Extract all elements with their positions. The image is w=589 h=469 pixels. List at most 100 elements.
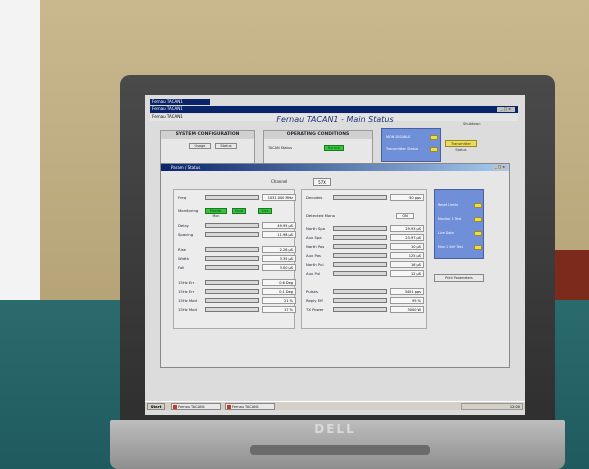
monitor-1-test-indicator[interactable] xyxy=(474,217,482,222)
param-row-north-spa: North Spa 29.93 µS xyxy=(306,225,424,232)
reset-limits-indicator[interactable] xyxy=(474,203,482,208)
detected-mono-value: ON xyxy=(396,213,414,219)
param-label: Freq xyxy=(178,195,187,200)
live-data-control[interactable]: Live Data xyxy=(438,230,482,237)
mon-1-self-test-control[interactable]: Mon 1 Self Test xyxy=(438,244,482,251)
taskbar: Start Fernau TACAN1 Fernau TACAN1 12:00 xyxy=(145,401,525,410)
monitor-actions-panel: Reset Limits Monitor 1 Test Live Data Mo… xyxy=(434,189,484,259)
param-status-window: Param / Status _ □ × Channel 57X Freq 10… xyxy=(160,163,510,368)
outer-window-title[interactable]: Fernau TACAN1 xyxy=(150,99,210,105)
app-titlebar[interactable]: Fernau TACAN1 xyxy=(150,106,518,113)
param-row-width: Width 3.35 µS xyxy=(178,255,296,262)
receiver-parameters-group: Decodes 50 pps Detected Mono ON North Sp… xyxy=(301,189,427,329)
mon-1-self-test-indicator[interactable] xyxy=(474,245,482,250)
param-bar xyxy=(205,195,259,200)
transmitter-status-indicator[interactable] xyxy=(430,147,438,152)
param-window-titlebar[interactable]: Param / Status xyxy=(161,164,509,171)
status-button[interactable]: Status xyxy=(215,143,237,149)
param-row-15hz-mod-2: 15Hz Mod 17 % xyxy=(178,306,296,313)
param-row-15hz-err-2: 15Hz Err 0.1 Deg xyxy=(178,288,296,295)
param-value: 21 % xyxy=(262,297,296,304)
monitor-control-panel: MON DISABLE Transmitter Status xyxy=(381,128,441,162)
channel-label: Channel xyxy=(271,179,288,184)
taskbar-item-label: Fernau TACAN1 xyxy=(178,405,205,409)
dell-logo: DELL xyxy=(314,422,356,436)
mon-disable-label: MON DISABLE xyxy=(386,135,411,139)
detected-mono-label: Detected Mono xyxy=(306,213,335,218)
param-window-controls[interactable]: _ □ × xyxy=(493,165,507,170)
param-label: Fall xyxy=(178,265,185,270)
app-icon xyxy=(173,405,177,409)
param-value: 0.1 Deg xyxy=(262,288,296,295)
reset-limits-control[interactable]: Reset Limits xyxy=(438,202,482,209)
param-row-15hz-err: 15Hz Err 0.6 Deg xyxy=(178,279,296,286)
system-configuration-title: SYSTEM CONFIGURATION xyxy=(161,131,254,139)
param-value: 1031.000 MHz xyxy=(262,194,296,201)
param-bar xyxy=(333,235,387,240)
shutdown-menu[interactable]: Shutdown xyxy=(463,122,503,127)
start-button[interactable]: Start xyxy=(147,403,165,410)
param-value: 29.93 µS xyxy=(390,225,424,232)
param-label: TX Power xyxy=(306,307,324,312)
laptop-screen: Fernau TACAN1 Fernau TACAN1 _ □ × Fernau… xyxy=(145,95,525,415)
print-parameters-button[interactable]: Print Parameters xyxy=(434,274,484,282)
param-bar xyxy=(333,307,387,312)
param-label: 15Hz Err xyxy=(178,280,195,285)
monitor-1-test-control[interactable]: Monitor 1 Test xyxy=(438,216,482,223)
transmitter-status-control[interactable]: Transmitter Status xyxy=(386,147,438,153)
fault-chip[interactable]: Fault xyxy=(232,208,246,214)
param-label: Aux Spa xyxy=(306,235,322,240)
param-bar xyxy=(205,265,259,270)
taskbar-item[interactable]: Fernau TACAN1 xyxy=(171,403,221,410)
param-row-spacing: Spacing 11.98 µS xyxy=(178,231,296,238)
param-bar xyxy=(333,244,387,249)
param-row-reply-eff: Reply Eff 95 % xyxy=(306,297,424,304)
param-bar xyxy=(333,298,387,303)
param-row-decodes: Decodes 50 pps xyxy=(306,194,424,201)
param-bar xyxy=(205,280,259,285)
live-data-indicator[interactable] xyxy=(474,231,482,236)
param-label: North Spa xyxy=(306,226,325,231)
param-value: 17 % xyxy=(262,306,296,313)
app-icon xyxy=(227,405,231,409)
maintenance-mon-chip[interactable]: Mainte. Mon xyxy=(205,208,227,218)
param-row-fall: Fall 3.00 µS xyxy=(178,264,296,271)
channel-value[interactable]: 57X xyxy=(313,178,331,186)
laptop-hinge-strip xyxy=(250,445,430,455)
param-value: 0.6 Deg xyxy=(262,279,296,286)
taskbar-item-label: Fernau TACAN1 xyxy=(232,405,259,409)
monitoring-row: Monitoring Mainte. Mon Fault Live xyxy=(178,207,296,218)
param-label: Reply Eff xyxy=(306,298,323,303)
operating-conditions-title: OPERATING CONDITIONS xyxy=(264,131,372,139)
param-label: Aux Pos xyxy=(306,253,321,258)
param-label: 15Hz Mod xyxy=(178,298,197,303)
transmitter-status-label: Transmitter Status xyxy=(386,147,419,151)
param-row-aux-pul: Aux Pul 12 µS xyxy=(306,270,424,277)
transmitter-status-badge[interactable]: Transmitter Status xyxy=(445,140,477,152)
mon-disable-indicator[interactable] xyxy=(430,135,438,140)
param-label: Pulses xyxy=(306,289,318,294)
param-row-north-pul: North Pul 16 µS xyxy=(306,261,424,268)
param-bar xyxy=(333,262,387,267)
param-label: Decodes xyxy=(306,195,323,200)
reset-limits-label: Reset Limits xyxy=(438,203,459,207)
param-row-pulses: Pulses 3451 pps xyxy=(306,288,424,295)
taskbar-item[interactable]: Fernau TACAN1 xyxy=(225,403,275,410)
tacan-status-label: TACAN Status xyxy=(268,146,292,150)
usage-button[interactable]: Usage xyxy=(189,143,211,149)
mon-1-self-test-label: Mon 1 Self Test xyxy=(438,245,463,249)
mon-disable-control[interactable]: MON DISABLE xyxy=(386,135,438,141)
transmitter-parameters-group: Freq 1031.000 MHz Monitoring Mainte. Mon… xyxy=(173,189,296,329)
param-value: 125 µS xyxy=(390,252,424,259)
param-value: 10 µS xyxy=(390,243,424,250)
param-label: 15Hz Mod xyxy=(178,307,197,312)
param-bar xyxy=(205,232,259,237)
param-label: Delay xyxy=(178,223,189,228)
live-chip[interactable]: Live xyxy=(258,208,272,214)
param-row-aux-spa: Aux Spa 23.97 µS xyxy=(306,234,424,241)
param-value: 23.97 µS xyxy=(390,234,424,241)
window-controls[interactable]: _ □ × xyxy=(497,107,515,112)
param-value: 49.95 µS xyxy=(262,222,296,229)
param-bar xyxy=(333,253,387,258)
system-tray-clock: 12:00 xyxy=(461,403,523,410)
